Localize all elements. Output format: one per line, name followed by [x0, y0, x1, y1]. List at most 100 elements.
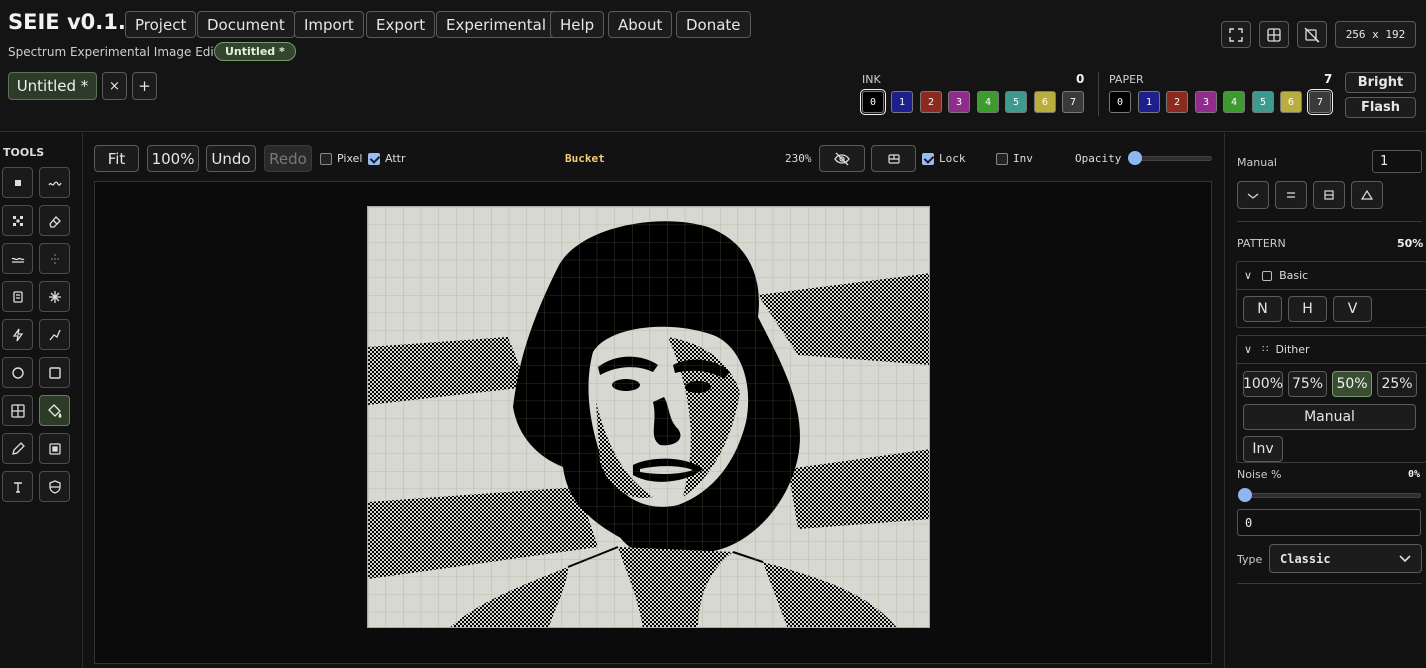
dither-75-button[interactable]: 75%: [1288, 371, 1327, 397]
tool-eraser[interactable]: [39, 205, 70, 236]
ink-swatch-6[interactable]: 6: [1034, 91, 1056, 113]
bright-button[interactable]: Bright: [1345, 72, 1416, 93]
dither-manual-button[interactable]: Manual: [1243, 404, 1416, 430]
menu-export[interactable]: Export: [366, 11, 436, 38]
box-icon: [1324, 190, 1334, 200]
rectangle-icon: [48, 366, 61, 379]
basic-section-header[interactable]: ∨ Basic: [1237, 262, 1426, 290]
attr-grid-button[interactable]: [871, 145, 916, 172]
tool-grid-fill[interactable]: [2, 395, 33, 426]
canvas-stage[interactable]: [94, 181, 1212, 664]
flash-button[interactable]: Flash: [1345, 97, 1416, 118]
noise-slider[interactable]: [1238, 488, 1421, 502]
ink-swatch-3[interactable]: 3: [948, 91, 970, 113]
paper-swatch-3[interactable]: 3: [1195, 91, 1217, 113]
paper-swatch-4[interactable]: 4: [1223, 91, 1245, 113]
inv-checkbox[interactable]: Inv: [996, 152, 1033, 165]
document-badge: Untitled *: [214, 42, 296, 61]
undo-button[interactable]: Undo: [206, 145, 256, 172]
dither-100-button[interactable]: 100%: [1243, 371, 1283, 397]
attr-checkbox[interactable]: Attr: [368, 152, 405, 165]
paper-swatch-1[interactable]: 1: [1138, 91, 1160, 113]
fullscreen-button[interactable]: [1221, 21, 1251, 48]
attr-checkbox-box[interactable]: [368, 152, 380, 165]
type-label: Type: [1237, 553, 1263, 566]
dither-50-button[interactable]: 50%: [1332, 371, 1372, 397]
menu-import[interactable]: Import: [294, 11, 364, 38]
fit-button[interactable]: Fit: [94, 145, 139, 172]
ink-swatch-4[interactable]: 4: [977, 91, 999, 113]
tool-sparkle[interactable]: [39, 281, 70, 312]
pixel-checkbox-box[interactable]: [320, 152, 332, 165]
paper-swatch-2[interactable]: 2: [1166, 91, 1188, 113]
tool-smooth[interactable]: [2, 243, 33, 274]
lock-checkbox[interactable]: Lock: [922, 152, 966, 165]
hide-selection-button[interactable]: [1297, 21, 1327, 48]
menu-donate[interactable]: Donate: [676, 11, 751, 38]
ink-swatch-2[interactable]: 2: [920, 91, 942, 113]
tool-spray[interactable]: [39, 243, 70, 274]
brush-shape-triangle-button[interactable]: [1351, 181, 1383, 209]
tool-shield[interactable]: [39, 471, 70, 502]
tool-pencil[interactable]: [2, 433, 33, 464]
tool-text[interactable]: [2, 471, 33, 502]
triangle-icon: [1361, 190, 1373, 200]
brush-shape-equals-button[interactable]: [1275, 181, 1307, 209]
inv-checkbox-box[interactable]: [996, 152, 1008, 165]
tab-untitled[interactable]: Untitled *: [8, 72, 97, 100]
zoom-100-button[interactable]: 100%: [147, 145, 199, 172]
menu-help[interactable]: Help: [550, 11, 605, 38]
tool-scatter[interactable]: [2, 205, 33, 236]
fill-icon: [47, 403, 61, 418]
noise-input[interactable]: 0: [1237, 509, 1421, 536]
grid-toggle-button[interactable]: [1259, 21, 1289, 48]
ink-swatch-0[interactable]: 0: [860, 89, 886, 115]
pattern-v-button[interactable]: V: [1333, 296, 1372, 322]
menu-document[interactable]: Document: [197, 11, 295, 38]
menu-experimental[interactable]: Experimental: [436, 11, 557, 38]
dither-25-button[interactable]: 25%: [1377, 371, 1417, 397]
noise-slider-thumb[interactable]: [1238, 488, 1252, 502]
paper-swatch-6[interactable]: 6: [1280, 91, 1302, 113]
ink-swatch-7[interactable]: 7: [1062, 91, 1084, 113]
paper-swatch-0[interactable]: 0: [1109, 91, 1131, 113]
pixel-canvas[interactable]: [367, 206, 930, 628]
pattern-h-button[interactable]: H: [1288, 296, 1327, 322]
ink-swatch-1[interactable]: 1: [891, 91, 913, 113]
canvas-size-badge: 256 x 192: [1335, 21, 1416, 48]
lock-checkbox-box[interactable]: [922, 152, 934, 165]
tool-line[interactable]: [39, 319, 70, 350]
brush-shape-wave-button[interactable]: [1237, 181, 1269, 209]
paper-swatch-7[interactable]: 7: [1307, 89, 1333, 115]
tool-bucket-alt[interactable]: [2, 281, 33, 312]
dither-section-header[interactable]: ∨ ∷ Dither: [1237, 336, 1426, 364]
tool-rectangle[interactable]: [39, 357, 70, 388]
pattern-n-button[interactable]: N: [1243, 296, 1282, 322]
paper-swatch-5[interactable]: 5: [1252, 91, 1274, 113]
type-select[interactable]: Classic: [1269, 544, 1422, 573]
menu-project[interactable]: Project: [125, 11, 197, 38]
divider: [1237, 221, 1422, 222]
tool-lightning[interactable]: [2, 319, 33, 350]
redo-button[interactable]: Redo: [264, 145, 312, 172]
stamp-icon: [48, 442, 61, 455]
ink-swatch-5[interactable]: 5: [1005, 91, 1027, 113]
tool-fill[interactable]: [39, 395, 70, 426]
paper-label: PAPER: [1109, 73, 1144, 86]
tool-circle[interactable]: [2, 357, 33, 388]
manual-input[interactable]: 1: [1372, 150, 1422, 173]
brush-shape-box-button[interactable]: [1313, 181, 1345, 209]
tab-close-button[interactable]: ×: [102, 72, 127, 100]
grid-fill-icon: [10, 403, 25, 418]
tab-add-button[interactable]: +: [132, 72, 157, 100]
opacity-slider-thumb[interactable]: [1128, 151, 1142, 165]
tool-brush[interactable]: [39, 167, 70, 198]
hide-overlay-button[interactable]: [819, 145, 865, 172]
tool-pixel[interactable]: [2, 167, 33, 198]
pixel-checkbox[interactable]: Pixel: [320, 152, 362, 165]
menu-about[interactable]: About: [608, 11, 673, 38]
tools-title: TOOLS: [3, 146, 45, 159]
tool-stamp[interactable]: [39, 433, 70, 464]
dither-inv-button[interactable]: Inv: [1243, 436, 1283, 462]
opacity-slider[interactable]: [1128, 151, 1212, 165]
